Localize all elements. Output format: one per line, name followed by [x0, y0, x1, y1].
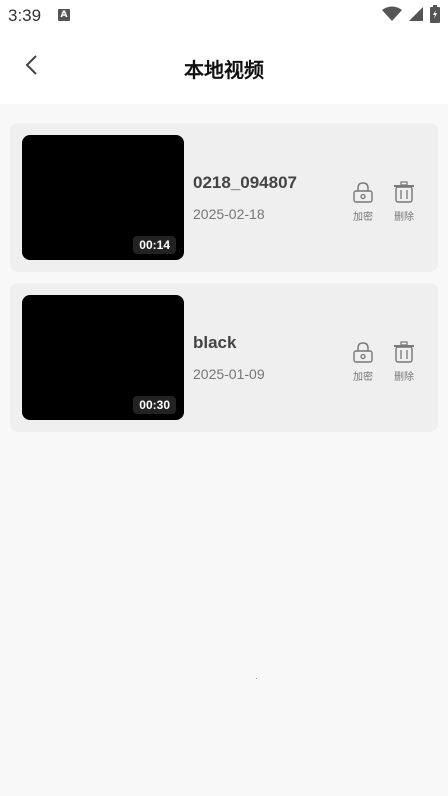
video-thumbnail[interactable]: 00:30: [22, 295, 184, 420]
decorative-dot: [256, 678, 257, 679]
wifi-icon: [382, 6, 402, 26]
lock-icon: [352, 181, 374, 207]
video-thumbnail[interactable]: 00:14: [22, 135, 184, 260]
signal-icon: [408, 6, 424, 26]
video-date: 2025-02-18: [193, 206, 265, 222]
page-title: 本地视频: [184, 58, 264, 82]
status-time: 3:39: [8, 6, 42, 25]
video-list: 00:14 0218_094807 2025-02-18 加密 删除 00:30…: [10, 123, 438, 443]
delete-label: 删除: [394, 372, 414, 383]
delete-button[interactable]: 删除: [388, 341, 420, 383]
encrypt-label: 加密: [353, 372, 373, 383]
battery-icon: [430, 5, 440, 27]
video-duration: 00:30: [133, 396, 176, 414]
trash-icon: [393, 181, 415, 207]
encrypt-button[interactable]: 加密: [347, 341, 379, 383]
delete-label: 删除: [394, 212, 414, 223]
video-card[interactable]: 00:30 black 2025-01-09 加密 删除: [10, 283, 438, 432]
encrypt-label: 加密: [353, 212, 373, 223]
video-name: black: [193, 333, 237, 352]
video-card[interactable]: 00:14 0218_094807 2025-02-18 加密 删除: [10, 123, 438, 272]
encrypt-button[interactable]: 加密: [347, 181, 379, 223]
lock-icon: [352, 341, 374, 367]
video-name: 0218_094807: [193, 173, 298, 192]
header: 本地视频: [0, 32, 448, 104]
delete-button[interactable]: 删除: [388, 181, 420, 223]
notification-a-icon: A: [58, 9, 70, 21]
status-indicators: [382, 5, 440, 27]
video-duration: 00:14: [133, 236, 176, 254]
status-bar: 3:39 A: [0, 0, 448, 32]
trash-icon: [393, 341, 415, 367]
video-date: 2025-01-09: [193, 366, 265, 382]
